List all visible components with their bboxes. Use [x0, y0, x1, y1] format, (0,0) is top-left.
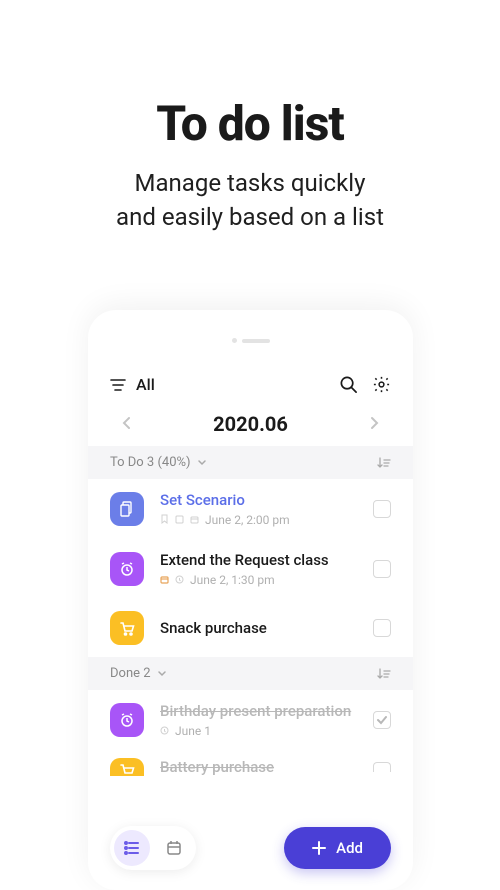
- month-navigation: 2020.06: [88, 402, 413, 446]
- filter-icon: [110, 378, 126, 392]
- done-section-header[interactable]: Done 2: [88, 657, 413, 690]
- clock-icon: [160, 724, 169, 738]
- alarm-icon: [110, 703, 144, 737]
- add-button[interactable]: Add: [284, 827, 391, 869]
- hero-title: To do list: [0, 95, 500, 152]
- task-checkbox[interactable]: [373, 619, 391, 637]
- task-title: Extend the Request class: [160, 551, 357, 569]
- prev-month-icon[interactable]: [122, 415, 132, 434]
- task-row[interactable]: Extend the Request class June 2, 1:30 pm: [88, 539, 413, 599]
- task-checkbox[interactable]: [373, 711, 391, 729]
- grid-icon: [175, 513, 184, 527]
- task-checkbox[interactable]: [373, 500, 391, 518]
- sort-icon[interactable]: [377, 668, 391, 680]
- sort-icon[interactable]: [377, 457, 391, 469]
- calendar-icon: [160, 573, 169, 587]
- search-icon[interactable]: [339, 375, 358, 394]
- task-date: June 2, 2:00 pm: [205, 513, 290, 527]
- task-title: Battery purchase: [160, 758, 357, 776]
- task-checkbox[interactable]: [373, 560, 391, 578]
- task-row[interactable]: Snack purchase: [88, 599, 413, 657]
- view-toggles: [110, 826, 196, 870]
- list-view-button[interactable]: [114, 830, 150, 866]
- hero-section: To do list Manage tasks quickly and easi…: [0, 0, 500, 234]
- cart-icon: [110, 611, 144, 645]
- task-date: June 2, 1:30 pm: [190, 573, 275, 587]
- bookmark-icon: [160, 513, 169, 527]
- task-row[interactable]: Set Scenario June 2, 2:00 pm: [88, 479, 413, 539]
- add-button-label: Add: [336, 839, 363, 857]
- todo-section-label: To Do 3 (40%): [110, 455, 191, 470]
- next-month-icon[interactable]: [369, 415, 379, 434]
- task-row[interactable]: Birthday present preparation June 1: [88, 690, 413, 750]
- calendar-icon: [190, 513, 199, 527]
- phone-frame: All 2020.06 To Do 3 (40%): [88, 310, 413, 890]
- page-indicator: [88, 310, 413, 363]
- gear-icon[interactable]: [372, 375, 391, 394]
- chevron-down-icon: [157, 670, 167, 678]
- app-header: All: [88, 363, 413, 402]
- clock-icon: [175, 573, 184, 587]
- hero-subtitle: Manage tasks quickly and easily based on…: [0, 167, 500, 234]
- plus-icon: [312, 841, 326, 855]
- calendar-view-button[interactable]: [156, 830, 192, 866]
- month-label: 2020.06: [213, 412, 288, 436]
- task-title: Birthday present preparation: [160, 702, 357, 720]
- filter-label: All: [136, 375, 155, 394]
- todo-section-header[interactable]: To Do 3 (40%): [88, 446, 413, 479]
- filter-button[interactable]: All: [110, 375, 339, 394]
- task-row[interactable]: Battery purchase: [88, 750, 413, 776]
- cart-icon: [110, 758, 144, 776]
- task-title: Set Scenario: [160, 491, 357, 509]
- done-section-label: Done 2: [110, 666, 151, 681]
- document-icon: [110, 492, 144, 526]
- alarm-icon: [110, 552, 144, 586]
- task-title: Snack purchase: [160, 619, 357, 637]
- chevron-down-icon: [197, 459, 207, 467]
- task-date: June 1: [175, 724, 211, 738]
- task-checkbox[interactable]: [373, 762, 391, 772]
- bottom-bar: Add: [88, 826, 413, 870]
